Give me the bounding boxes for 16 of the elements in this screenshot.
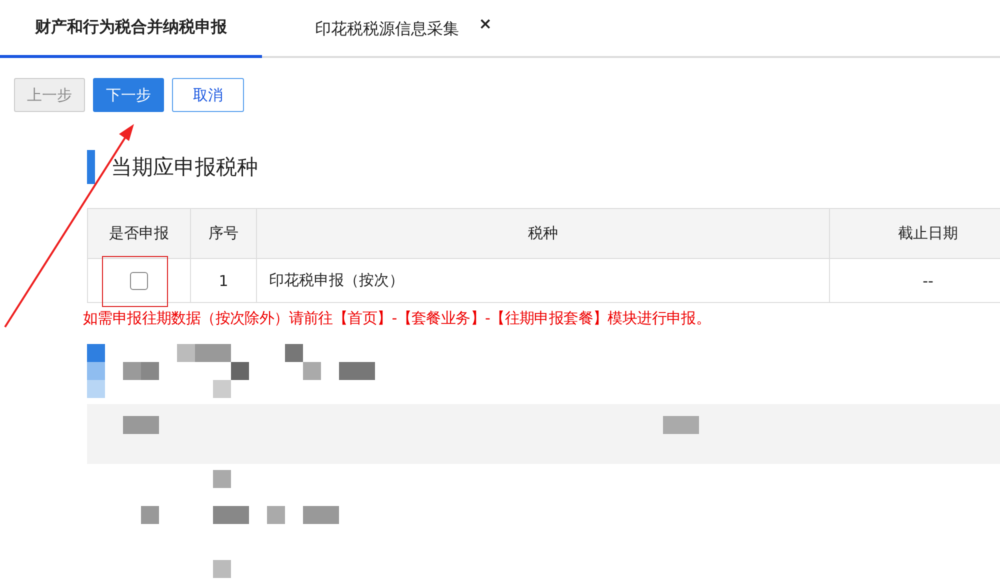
column-header: 序号: [190, 208, 256, 258]
highlight-frame: [102, 256, 168, 307]
tab[interactable]: 印花税税源信息采集 ×: [262, 0, 512, 58]
table-cell: 1: [190, 258, 256, 302]
tab[interactable]: 财产和行为税合并纳税申报: [0, 0, 262, 58]
column-header: 截止日期: [830, 208, 1000, 258]
heading-marker: [87, 150, 95, 184]
checkbox[interactable]: [130, 272, 148, 290]
notice-text: 如需申报往期数据（按次除外）请前往【首页】-【套餐业务】-【往期申报套餐】模块进行申报。: [83, 309, 712, 328]
column-header: 是否申报: [88, 208, 190, 258]
section-title: 当期应申报税种: [111, 154, 258, 181]
column-header: 税种: [256, 208, 830, 258]
close-icon[interactable]: ×: [478, 14, 492, 33]
step-button[interactable]: 下一步: [93, 78, 164, 112]
table-cell: 印花税申报（按次）: [256, 258, 830, 302]
step-button[interactable]: 取消: [172, 78, 244, 112]
